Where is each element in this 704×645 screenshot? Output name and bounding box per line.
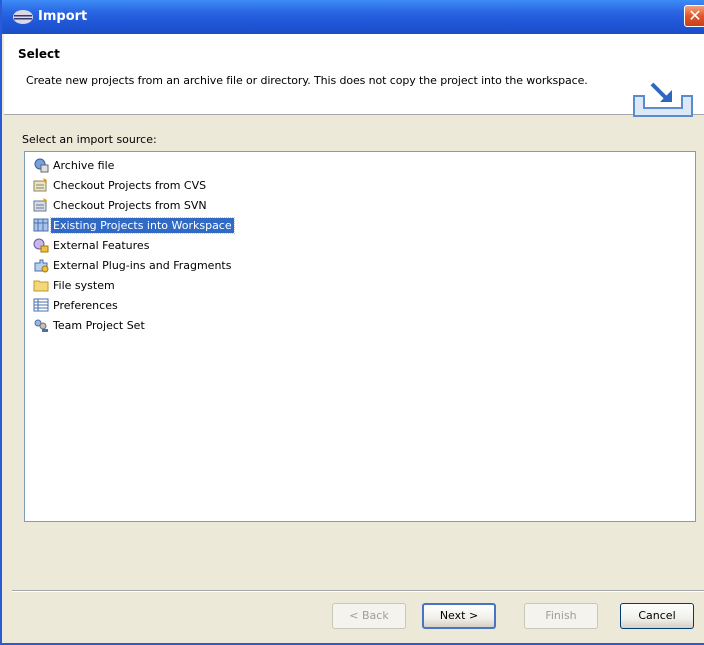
wizard-header: Select Create new projects from an archi… xyxy=(4,34,704,117)
list-item[interactable]: Team Project Set xyxy=(33,316,147,334)
cvs-checkout-icon xyxy=(33,178,47,192)
list-item-label: Team Project Set xyxy=(53,318,145,332)
finish-button[interactable]: Finish xyxy=(524,603,598,629)
list-item-label: File system xyxy=(53,278,115,292)
close-icon: ✕ xyxy=(688,6,702,25)
page-title: Select xyxy=(18,47,60,61)
import-dialog: Import ✕ Select Create new projects from… xyxy=(0,0,704,645)
list-item-label: Checkout Projects from SVN xyxy=(53,198,207,212)
back-button[interactable]: < Back xyxy=(332,603,406,629)
window-title: Import xyxy=(38,9,88,24)
import-wizard-banner-icon xyxy=(633,82,693,117)
button-bar-separator xyxy=(12,590,704,592)
list-item-label: Checkout Projects from CVS xyxy=(53,178,207,192)
list-item[interactable]: External Features xyxy=(33,236,151,254)
eclipse-icon xyxy=(13,10,33,24)
page-description: Create new projects from an archive file… xyxy=(26,74,588,87)
close-button[interactable]: ✕ xyxy=(684,5,704,27)
preferences-icon xyxy=(33,298,49,312)
list-item[interactable]: Archive file xyxy=(33,156,116,174)
external-features-icon xyxy=(33,238,49,253)
list-item-label: External Features xyxy=(53,238,150,252)
existing-projects-icon xyxy=(33,218,49,232)
list-item-label: Existing Projects into Workspace xyxy=(50,216,235,234)
external-plugins-icon xyxy=(34,259,49,273)
list-item[interactable]: Checkout Projects from SVN xyxy=(33,196,209,214)
list-item[interactable]: File system xyxy=(33,276,117,294)
svn-checkout-icon xyxy=(33,198,47,212)
title-bar[interactable]: Import ✕ xyxy=(2,0,704,34)
archive-file-icon xyxy=(34,158,49,173)
list-item[interactable]: Preferences xyxy=(33,296,120,314)
list-item-label: Preferences xyxy=(53,298,118,312)
list-item[interactable]: External Plug-ins and Fragments xyxy=(33,256,233,274)
list-item-label: External Plug-ins and Fragments xyxy=(53,258,232,272)
folder-icon xyxy=(33,280,49,292)
list-item-selected[interactable]: Existing Projects into Workspace xyxy=(33,216,235,234)
import-source-label: Select an import source: xyxy=(22,133,157,146)
import-source-tree[interactable]: Archive file Checkout Projects from CVS … xyxy=(24,151,696,522)
cancel-button[interactable]: Cancel xyxy=(620,603,694,629)
list-item[interactable]: Checkout Projects from CVS xyxy=(33,176,208,194)
list-item-label: Archive file xyxy=(53,158,115,172)
team-project-set-icon xyxy=(34,319,48,332)
next-button[interactable]: Next > xyxy=(422,603,496,629)
